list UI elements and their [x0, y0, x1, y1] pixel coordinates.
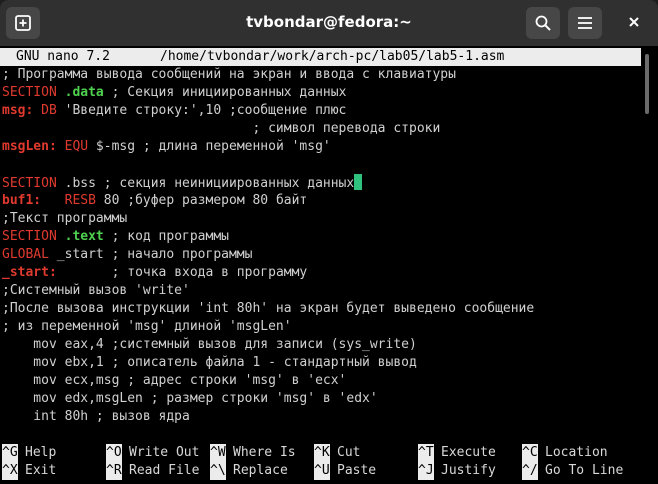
shortcut-key: ^O	[106, 444, 122, 462]
shortcut-label: Execute	[441, 445, 496, 460]
shortcut-label: Exit	[25, 463, 57, 478]
shortcut-label: Location	[545, 445, 608, 460]
shortcut-label: Paste	[337, 463, 377, 478]
shortcut-key: ^K	[314, 444, 330, 462]
code-line: GLOBAL _start ; начало программы	[2, 247, 253, 262]
scrollbar[interactable]	[643, 48, 651, 482]
shortcut-key: ^T	[418, 444, 434, 462]
nano-version: GNU nano 7.2	[16, 49, 110, 64]
label: msg:	[2, 103, 34, 118]
search-icon	[535, 15, 551, 31]
shortcut-label: Cut	[337, 445, 361, 460]
shortcut-label: Justify	[441, 463, 496, 478]
code-line: _start: ; точка входа в программу	[2, 265, 308, 280]
shortcut-key: ^\	[210, 462, 226, 480]
code-line: SECTION .bss ; секция неинициированных д…	[2, 174, 363, 192]
code-line: msgLen: EQU $-msg ; длина переменной 'ms…	[2, 139, 331, 154]
shortcut-key: ^W	[210, 444, 226, 462]
code-line: mov edx,msgLen ; размер строки 'msg' в '…	[2, 391, 378, 406]
title-bar: tvbondar@fedora:~	[0, 0, 658, 46]
shortcut-key: ^/	[522, 462, 538, 480]
code-line: ;Текст программы	[2, 211, 128, 226]
code-line: int 80h ; вызов ядра	[2, 409, 190, 424]
code-line: msg: DB 'Введите строку:',10 ;сообщение …	[2, 103, 347, 118]
terminal-area[interactable]: GNU nano 7.2 /home/tvbondar/work/arch-pc…	[0, 48, 658, 484]
nano-header: GNU nano 7.2 /home/tvbondar/work/arch-pc…	[0, 48, 641, 66]
code-line: ; Программа вывода сообщений на экран и …	[2, 67, 456, 82]
shortcut-label: Go To Line	[545, 463, 624, 478]
code-line: mov eax,4 ;системный вызов для записи (s…	[2, 337, 417, 352]
keyword: SECTION	[2, 85, 57, 100]
code-line: mov ebx,1 ; описатель файла 1 - стандарт…	[2, 355, 417, 370]
shortcut-key: ^R	[106, 462, 122, 480]
code-line: ;Системный вызов 'write'	[2, 283, 190, 298]
shortcut-label: Where Is	[233, 445, 296, 460]
section-name: .data	[64, 85, 104, 100]
shortcut-label: Replace	[233, 463, 288, 478]
close-button[interactable]	[624, 12, 644, 32]
shortcut-key: ^G	[2, 444, 18, 462]
keyword: EQU	[64, 139, 89, 154]
shortcut-key: ^C	[522, 444, 538, 462]
hamburger-menu-icon	[578, 17, 592, 29]
text-cursor	[354, 174, 363, 190]
terminal-window: tvbondar@fedora:~ GNU nano 7.2 /home/tvb…	[0, 0, 658, 484]
keyword: SECTION	[2, 229, 57, 244]
code-line: buf1: RESB 80 ;буфер размером 80 байт	[2, 193, 308, 208]
shortcut-key: ^U	[314, 462, 330, 480]
keyword: SECTION	[2, 176, 57, 191]
keyword: DB	[41, 103, 57, 118]
shortcut-label: Write Out	[129, 445, 200, 460]
keyword: GLOBAL	[2, 247, 49, 262]
close-icon	[629, 17, 639, 27]
shortcut-key: ^J	[418, 462, 434, 480]
code-line: ; символ перевода строки	[2, 121, 441, 136]
shortcut-label: Read File	[129, 463, 200, 478]
code-line: SECTION .data ; Секция инициированных да…	[2, 85, 347, 100]
label: _start:	[2, 265, 57, 280]
code-line: ; из переменной 'msg' длиной 'msgLen'	[2, 319, 292, 334]
code-line: SECTION .text ; код программы	[2, 229, 229, 244]
file-path: /home/tvbondar/work/arch-pc/lab05/lab5-1…	[160, 49, 505, 64]
keyword: RESB	[64, 193, 96, 208]
code-line: ;После вызова инструкции 'int 80h' на эк…	[2, 301, 535, 316]
label: buf1:	[2, 193, 42, 208]
shortcut-label: Help	[25, 445, 57, 460]
section-name: .text	[64, 229, 104, 244]
scrollbar-thumb[interactable]	[645, 54, 649, 114]
search-button[interactable]	[526, 7, 560, 39]
label: msgLen:	[2, 139, 57, 154]
menu-button[interactable]	[568, 7, 602, 39]
code-line: mov ecx,msg ; адрес строки 'msg' в 'ecx'	[2, 373, 347, 388]
shortcut-key: ^X	[2, 462, 18, 480]
